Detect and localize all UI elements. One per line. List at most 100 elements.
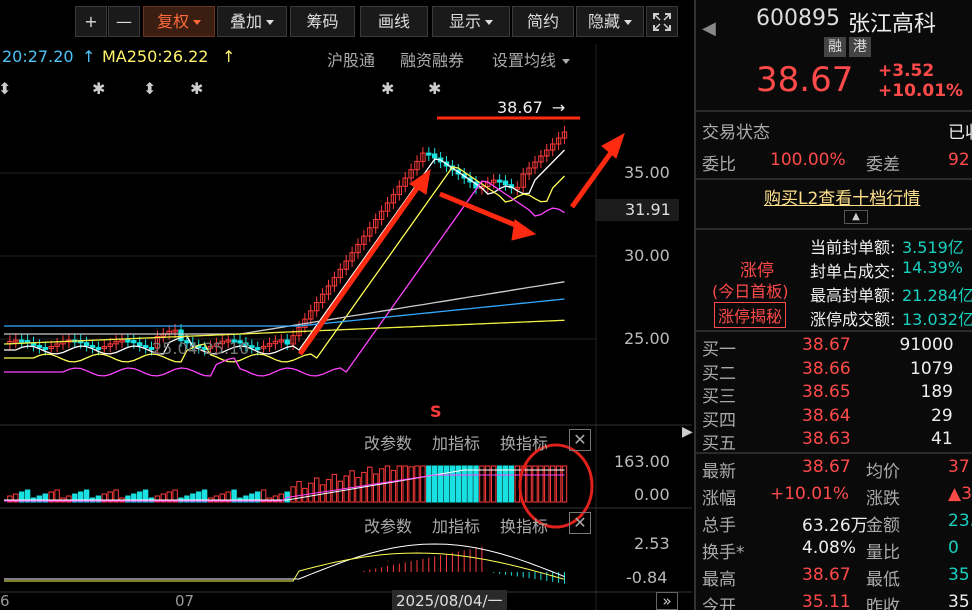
ma-legend: 20:27.20 ↑ MA250:26.22 ↑ 沪股通 融资融券 设置均线 — [0, 46, 596, 70]
candle-body — [432, 153, 438, 159]
candle-body — [36, 344, 43, 348]
volume-bar — [437, 465, 444, 503]
stat-value: 35 — [948, 592, 970, 610]
hide-dropdown[interactable]: 隐藏 — [576, 6, 644, 37]
bid-price: 38.67 — [802, 335, 851, 355]
double-chevron-right-icon: » — [662, 592, 672, 610]
candle-body — [83, 342, 90, 346]
stat-row: 换手* 4.08% 量比 0 — [696, 538, 972, 563]
svg-text:⬍: ⬍ — [0, 79, 11, 98]
volume-bar — [550, 465, 556, 503]
seal-info-label: 涨停成交额: — [810, 310, 896, 329]
bid-level-label: 买五 — [702, 434, 736, 454]
stock-code: 600895 — [756, 6, 840, 31]
stat-label: 换手* — [702, 543, 745, 563]
stat-label: 今开 — [702, 597, 736, 610]
stat-value: ▲3 — [948, 484, 972, 504]
bid-price: 38.66 — [802, 358, 851, 379]
simple-button[interactable]: 简约 — [512, 6, 574, 37]
volume-bar — [508, 465, 515, 503]
display-dropdown[interactable]: 显示 — [432, 6, 510, 37]
volume-bar — [532, 465, 538, 503]
fullscreen-icon — [653, 13, 671, 31]
weicha-value: 92 — [948, 150, 970, 170]
peak-price-value: 38.67 — [497, 98, 543, 117]
l2-purchase-link[interactable]: 购买L2查看十档行情 — [764, 184, 920, 209]
seal-info-value: 21.284亿 — [902, 286, 972, 305]
seal-info-row: 涨停成交额: 13.032亿 — [696, 306, 972, 329]
volume-bar — [402, 465, 408, 503]
candle-body — [95, 347, 102, 351]
candle-body — [255, 347, 261, 351]
restore-rights-dropdown[interactable]: 复权 — [143, 6, 215, 37]
bid-row[interactable]: 买三 38.65 189 — [696, 382, 972, 407]
bid-row[interactable]: 买五 38.63 41 — [696, 429, 972, 454]
prev-stock-button[interactable]: ◀ — [702, 18, 716, 39]
stat-value: 23.7 — [948, 511, 972, 531]
sub2-y-top: 2.53 — [634, 534, 670, 553]
volume-bar — [331, 473, 338, 503]
sub2-edit-params[interactable]: 改参数 — [364, 513, 412, 537]
scroll-right-button[interactable]: » — [656, 592, 678, 610]
chips-button[interactable]: 筹码 — [290, 6, 355, 37]
svg-text:✱: ✱ — [381, 79, 394, 98]
ma-settings-link[interactable]: 设置均线 — [492, 47, 571, 71]
stat-value: +10.01% — [770, 484, 850, 504]
chevron-down-icon — [562, 59, 571, 64]
hk-connect-badge: 港 — [849, 37, 871, 57]
sub1-close-button[interactable]: ✕ — [569, 429, 591, 451]
expand-orderbook-button[interactable]: ▲ — [844, 210, 868, 224]
bid-row[interactable]: 买四 38.64 29 — [696, 405, 972, 431]
margin-trading-link[interactable]: 融资融券 — [400, 47, 464, 71]
zoom-in-button[interactable]: + — [75, 6, 107, 37]
sub1-edit-params[interactable]: 改参数 — [364, 430, 412, 454]
hk-connect-link[interactable]: 沪股通 — [327, 47, 375, 71]
bid-volume: 29 — [931, 405, 953, 426]
volume-bar — [396, 465, 403, 503]
candle-body — [131, 340, 137, 344]
close-icon: ✕ — [573, 430, 587, 449]
zoom-out-button[interactable]: — — [108, 6, 140, 37]
candle-body — [249, 345, 255, 349]
sub2-close-button[interactable]: ✕ — [569, 512, 591, 534]
range-label: 25.04-25.10 — [152, 339, 250, 358]
candlestick-series — [7, 126, 568, 356]
volume-bar — [420, 465, 426, 503]
sub1-add-indicator[interactable]: 加指标 — [432, 430, 480, 454]
trade-status-row: 交易状态 已收 — [696, 118, 972, 143]
candle-body — [125, 339, 131, 343]
bid-volume: 1079 — [910, 358, 954, 379]
bid-row[interactable]: 买一 38.67 91000 — [696, 335, 972, 360]
stat-row: 涨幅 +10.01% 涨跌 ▲3 — [696, 484, 972, 509]
volume-bar — [538, 465, 544, 503]
candle-body — [142, 345, 149, 349]
macd-dif-line — [4, 543, 565, 580]
chevron-down-icon — [624, 20, 632, 25]
bid-level-label: 买二 — [702, 363, 736, 384]
triangle-up-icon: ▲ — [852, 211, 860, 222]
volume-bar — [308, 482, 314, 503]
chevron-down-icon — [485, 20, 493, 25]
draw-line-button[interactable]: 画线 — [360, 6, 428, 37]
sub2-switch-indicator[interactable]: 换指标 — [500, 513, 548, 537]
ma120-line — [4, 298, 565, 327]
sub2-add-indicator[interactable]: 加指标 — [432, 513, 480, 537]
sub1-switch-indicator[interactable]: 换指标 — [500, 430, 548, 454]
trade-status-label: 交易状态 — [702, 123, 770, 143]
collapse-panel-handle[interactable]: ▶ — [682, 424, 693, 454]
seal-info-row: 当前封单额: 3.519亿 — [696, 234, 972, 257]
overlay-dropdown[interactable]: 叠加 — [217, 6, 287, 37]
stat-value: 37 — [948, 457, 970, 477]
volume-bar — [526, 465, 532, 503]
crosshair-price-tag: 31.91 — [595, 199, 679, 221]
stat-row: 最新 38.67 均价 37 — [696, 457, 972, 482]
peak-price-label: 38.67 → — [497, 98, 565, 117]
display-label: 显示 — [448, 12, 481, 31]
bid-row[interactable]: 买二 38.66 1079 — [696, 358, 972, 384]
candle-body — [284, 339, 290, 345]
seal-info-value: 13.032亿 — [902, 310, 972, 329]
volume-bar — [502, 465, 509, 503]
event-marker-s[interactable]: S — [430, 402, 442, 421]
fullscreen-button[interactable] — [646, 6, 678, 37]
weibi-row: 委比 100.00% 委差 92 — [696, 150, 972, 175]
